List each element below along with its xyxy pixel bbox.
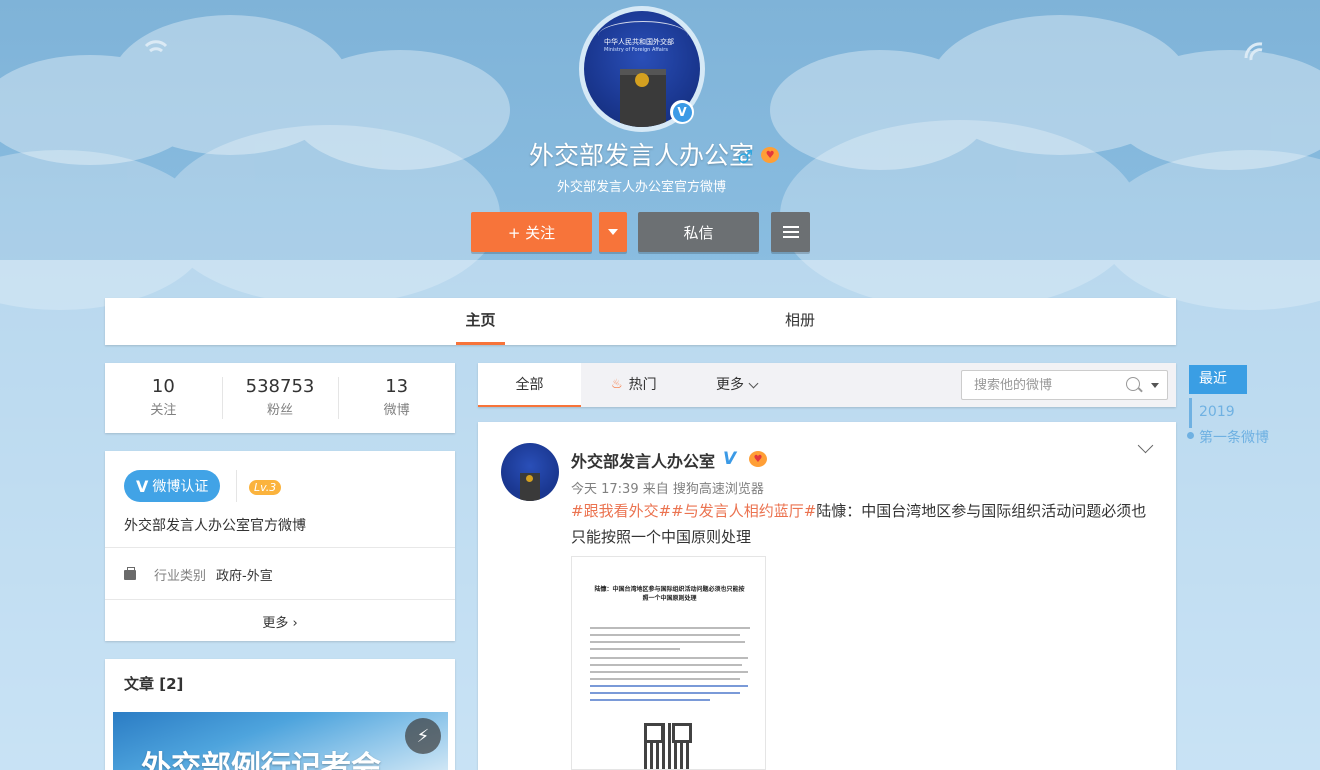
timeline-year[interactable]: 2019 — [1199, 404, 1235, 420]
post-avatar[interactable] — [501, 443, 559, 501]
post-options-chevron-icon[interactable] — [1137, 437, 1154, 454]
vip-icon[interactable]: ♥ — [749, 451, 767, 467]
post-image-title: 陆慷：中国台湾地区参与国际组织活动问题必须也只能按照一个中国原则处理 — [594, 586, 745, 602]
feed-tab-all[interactable]: 全部 — [478, 363, 581, 407]
more-info-link[interactable]: 更多 › — [105, 612, 455, 631]
industry-row: 行业类别 政府-外宣 — [124, 565, 273, 584]
cert-label: 微博认证 — [152, 479, 209, 495]
tab-home[interactable]: 主页 — [456, 298, 505, 345]
info-description: 外交部发言人办公室官方微博 — [124, 518, 306, 534]
articles-title: 文章 [2] — [124, 675, 184, 693]
feed-search — [961, 370, 1168, 400]
message-button[interactable]: 私信 — [638, 212, 759, 252]
verified-badge-icon: V — [670, 100, 694, 124]
post-meta: 今天 17:39 来自 搜狗高速浏览器 — [571, 482, 764, 497]
hashtag-link[interactable]: #跟我看外交# — [571, 502, 671, 520]
fire-icon: ♨ — [611, 377, 623, 392]
post-image[interactable]: 陆慷：中国台湾地区参与国际组织活动问题必须也只能按照一个中国原则处理 — [571, 556, 766, 770]
verified-icon: V — [136, 476, 149, 496]
search-dropdown-icon[interactable] — [1151, 383, 1159, 388]
signal-icon — [144, 40, 168, 53]
stat-following[interactable]: 10 关注 — [105, 363, 222, 433]
feed-search-input[interactable] — [974, 377, 1114, 393]
timeline-bar — [1189, 398, 1192, 428]
stat-posts[interactable]: 13 微博 — [338, 363, 455, 433]
weibo-cert-badge[interactable]: V 微博认证 — [124, 470, 221, 502]
vip-icon[interactable]: ♥ — [761, 147, 780, 163]
stat-label: 微博 — [383, 403, 410, 418]
divider — [105, 599, 455, 600]
feed-filter-bar: 全部 ♨ 热门 更多 — [478, 363, 1176, 407]
profile-description: 外交部发言人办公室官方微博 — [556, 180, 726, 195]
timeline-recent[interactable]: 最近 — [1189, 365, 1247, 394]
stat-value: 10 — [151, 376, 175, 397]
menu-icon — [782, 223, 799, 241]
feed-tab-hot[interactable]: ♨ 热门 — [611, 363, 657, 407]
timeline-first-post[interactable]: 第一条微博 — [1199, 427, 1269, 447]
stat-value: 538753 — [245, 376, 315, 397]
info-card: V 微博认证 Lv.3 外交部发言人办公室官方微博 行业类别 政府-外宣 更多 … — [105, 451, 455, 641]
profile-name: 外交部发言人办公室 — [528, 141, 754, 170]
stats-card: 10 关注 538753 粉丝 13 微博 — [105, 363, 455, 433]
avatar-text-en: Ministry of Foreign Affairs — [604, 47, 668, 53]
briefcase-icon — [124, 566, 136, 580]
divider — [236, 470, 237, 502]
stat-value: 13 — [385, 376, 409, 397]
post-author[interactable]: 外交部发言人办公室 — [571, 448, 715, 472]
industry-value: 政府-外宣 — [216, 569, 273, 584]
stat-followers[interactable]: 538753 粉丝 — [221, 363, 339, 433]
emblem-graphic — [635, 73, 649, 87]
stat-label: 关注 — [150, 403, 177, 418]
male-icon: ♂ — [737, 147, 754, 168]
feed-tab-more[interactable]: 更多 — [716, 363, 759, 407]
divider — [105, 547, 455, 548]
search-icon[interactable] — [1126, 377, 1140, 391]
profile-tab-bar: 主页 相册 — [105, 298, 1176, 345]
article-cover-text: 外交部例行记者会 — [141, 750, 381, 770]
caret-down-icon — [608, 229, 618, 235]
feed-tab-more-label: 更多 — [716, 377, 744, 393]
hashtag-link[interactable]: #与发言人相约蓝厅# — [671, 502, 816, 520]
follow-button[interactable]: + 关注 — [471, 212, 592, 252]
more-menu-button[interactable] — [771, 212, 810, 252]
level-badge[interactable]: Lv.3 — [249, 480, 282, 495]
tab-album[interactable]: 相册 — [785, 298, 815, 345]
avatar-text: 中华人民共和国外交部 — [604, 38, 674, 46]
industry-label: 行业类别 — [154, 569, 207, 584]
post-text: #跟我看外交##与发言人相约蓝厅#陆慷：中国台湾地区参与国际组织活动问题必须也只… — [571, 498, 1161, 550]
qr-code — [644, 723, 692, 769]
article-cover[interactable]: 外交部例行记者会 ⚡ — [113, 712, 448, 770]
feed-post: 外交部发言人办公室 V ♥ 今天 17:39 来自 搜狗高速浏览器 #跟我看外交… — [478, 422, 1176, 770]
follow-options-button[interactable] — [599, 212, 627, 252]
feed-tab-hot-label: 热门 — [628, 377, 657, 393]
flash-icon: ⚡ — [405, 718, 441, 754]
timeline-dot — [1187, 432, 1194, 439]
verified-icon: V — [723, 449, 737, 469]
stat-label: 粉丝 — [267, 403, 294, 418]
articles-card: 文章 [2] 外交部例行记者会 ⚡ — [105, 659, 455, 770]
signal-icon — [1244, 42, 1263, 61]
chevron-down-icon — [748, 378, 759, 388]
